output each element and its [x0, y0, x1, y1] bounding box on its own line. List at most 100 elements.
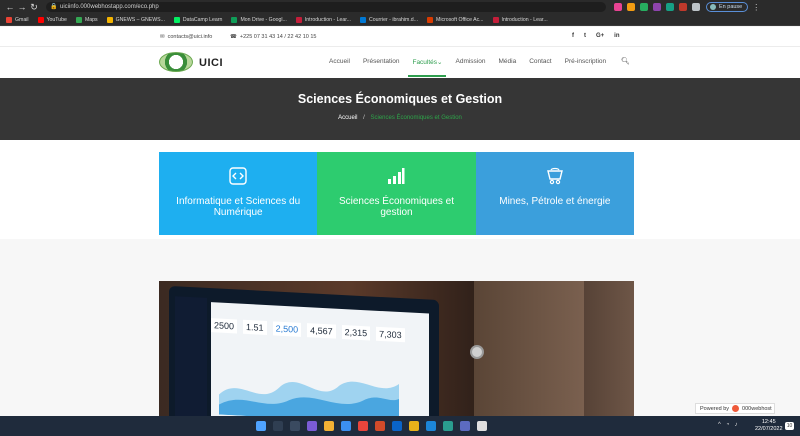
- app-icon[interactable]: [477, 421, 487, 431]
- bookmark-favicon-icon: [106, 16, 113, 23]
- nav-item-label: Pré-inscription: [564, 58, 607, 65]
- app-icon[interactable]: [409, 421, 419, 431]
- extensions-row: [614, 3, 700, 11]
- chevron-up-icon[interactable]: ^: [718, 422, 721, 428]
- office-icon[interactable]: [375, 421, 385, 431]
- nav-item[interactable]: Admission: [456, 58, 486, 66]
- app-icon[interactable]: [443, 421, 453, 431]
- volume-icon[interactable]: ♪: [734, 422, 737, 428]
- faculty-card-label: Mines, Pétrole et énergie: [499, 196, 611, 207]
- bookmark-item[interactable]: GNEWS – GNEWS...: [106, 16, 165, 23]
- address-text: uiciinfo.000webhostapp.com/eco.php: [60, 4, 159, 10]
- bookmark-item[interactable]: Microsoft Office Ac...: [427, 16, 484, 23]
- teams-icon[interactable]: [307, 421, 317, 431]
- puzzle-icon[interactable]: [692, 3, 700, 11]
- door-knob: [470, 345, 484, 359]
- bookmark-favicon-icon: [295, 16, 302, 23]
- breadcrumb-home[interactable]: Accueil: [338, 115, 357, 121]
- code-icon: [229, 167, 247, 185]
- extension-icon[interactable]: [653, 3, 661, 11]
- browser-toolbar: ← → ↻ 🔒 uiciinfo.000webhostapp.com/eco.p…: [0, 0, 800, 14]
- phone-text: +225 07 31 43 14 / 22 42 10 15: [239, 34, 317, 40]
- bookmark-label: Introduction - Lear...: [304, 16, 351, 23]
- extension-icon[interactable]: [640, 3, 648, 11]
- nav-item[interactable]: Présentation: [363, 58, 400, 66]
- faculty-card-informatique[interactable]: Informatique et Sciences du Numérique: [159, 152, 318, 235]
- reload-icon[interactable]: ↻: [28, 0, 40, 14]
- bookmarks-bar: Gmail YouTube Maps GNEWS – GNEWS... DataCamp…: [0, 14, 800, 26]
- metric-value: 7,303: [376, 326, 405, 343]
- bookmark-favicon-icon: [6, 16, 12, 23]
- outlook-icon[interactable]: [392, 421, 402, 431]
- nav-item-label: Facultés: [412, 59, 438, 66]
- bookmark-label: GNEWS – GNEWS...: [115, 16, 165, 23]
- nav-item-label: Accueil: [329, 58, 350, 65]
- powered-by-badge[interactable]: Powered by 000webhost: [695, 403, 775, 414]
- metric-value: 4,567: [307, 323, 336, 339]
- bookmark-item[interactable]: Courrier - ibrahim.d...: [360, 16, 418, 23]
- app-icon[interactable]: [460, 421, 470, 431]
- google-plus-icon[interactable]: G+: [596, 33, 604, 39]
- bookmark-item[interactable]: DataCamp Learn: [173, 16, 222, 23]
- bookmark-item[interactable]: Introduction - Lear...: [295, 16, 351, 23]
- faculty-card-mines[interactable]: Mines, Pétrole et énergie: [475, 152, 634, 235]
- bookmark-item[interactable]: Mon Drive - Googl...: [231, 16, 287, 23]
- more-icon[interactable]: ⋮: [752, 3, 760, 12]
- bookmark-item[interactable]: Introduction - Lear...: [492, 16, 548, 23]
- forward-icon[interactable]: →: [16, 0, 28, 14]
- task-view-icon[interactable]: [290, 421, 300, 431]
- extension-icon[interactable]: [614, 3, 622, 11]
- metric-value: 1.51: [243, 319, 267, 336]
- brand-name[interactable]: UICI: [199, 57, 223, 69]
- bookmark-favicon-icon: [37, 16, 44, 23]
- contact-email[interactable]: ✉ contacts@uici.info: [160, 34, 212, 40]
- avatar: [710, 4, 716, 10]
- bookmark-label: Maps: [84, 16, 98, 23]
- bar-chart-icon: [388, 168, 405, 184]
- bookmark-item[interactable]: YouTube: [37, 16, 67, 23]
- powered-brand: 000webhost: [742, 405, 772, 412]
- profile-button[interactable]: En pause: [706, 2, 749, 12]
- nav-item[interactable]: Média: [498, 58, 516, 66]
- extension-icon[interactable]: [679, 3, 687, 11]
- system-tray: ^ ◔ ♪: [718, 422, 737, 428]
- page-banner: Sciences Économiques et Gestion Accueil …: [0, 78, 800, 140]
- back-icon[interactable]: ←: [4, 0, 16, 14]
- nav-item-label: Présentation: [362, 58, 400, 65]
- logo[interactable]: [159, 52, 193, 72]
- breadcrumb-current: Sciences Économiques et Gestion: [370, 115, 462, 121]
- facebook-icon[interactable]: f: [572, 33, 574, 39]
- bookmark-favicon-icon: [173, 16, 180, 23]
- windows-start-icon[interactable]: [256, 421, 266, 431]
- edge-icon[interactable]: [341, 421, 351, 431]
- web-page: ✉ contacts@uici.info ☎ +225 07 31 43 14 …: [0, 27, 800, 416]
- faculty-card-label: Sciences Économiques et gestion: [338, 196, 455, 218]
- page-title: Sciences Économiques et Gestion: [297, 92, 503, 106]
- bookmark-item[interactable]: Gmail: [6, 16, 29, 23]
- search-icon[interactable]: 🔍︎: [621, 57, 630, 65]
- file-explorer-icon[interactable]: [324, 421, 334, 431]
- contact-topbar: ✉ contacts@uici.info ☎ +225 07 31 43 14 …: [0, 27, 800, 47]
- extension-icon[interactable]: [627, 3, 635, 11]
- vscode-icon[interactable]: [426, 421, 436, 431]
- extension-icon[interactable]: [666, 3, 674, 11]
- nav-item[interactable]: Pré-inscription: [565, 58, 607, 66]
- nav-item-label: Contact: [529, 58, 552, 65]
- nav-item[interactable]: Contact: [529, 58, 551, 66]
- clock[interactable]: 12:45 22/07/2022: [755, 419, 783, 433]
- nav-item[interactable]: Facultés⌄: [412, 58, 442, 66]
- wifi-icon[interactable]: ◔: [726, 422, 730, 428]
- bookmark-favicon-icon: [360, 16, 366, 23]
- linkedin-icon[interactable]: in: [614, 33, 619, 39]
- search-icon[interactable]: [273, 421, 283, 431]
- faculty-card-economie[interactable]: Sciences Économiques et gestion: [317, 152, 476, 235]
- address-bar[interactable]: 🔒 uiciinfo.000webhostapp.com/eco.php: [46, 2, 606, 12]
- notification-badge[interactable]: 10: [785, 422, 794, 430]
- main-menu: Accueil Présentation Facultés⌄ Admission Méd…: [329, 58, 619, 66]
- nav-item[interactable]: Accueil: [329, 58, 350, 66]
- nav-item-label: Admission: [455, 58, 486, 65]
- twitter-icon[interactable]: t: [584, 33, 586, 39]
- chrome-icon[interactable]: [358, 421, 368, 431]
- bookmark-item[interactable]: Maps: [75, 16, 98, 23]
- powered-label: Powered by: [700, 405, 730, 412]
